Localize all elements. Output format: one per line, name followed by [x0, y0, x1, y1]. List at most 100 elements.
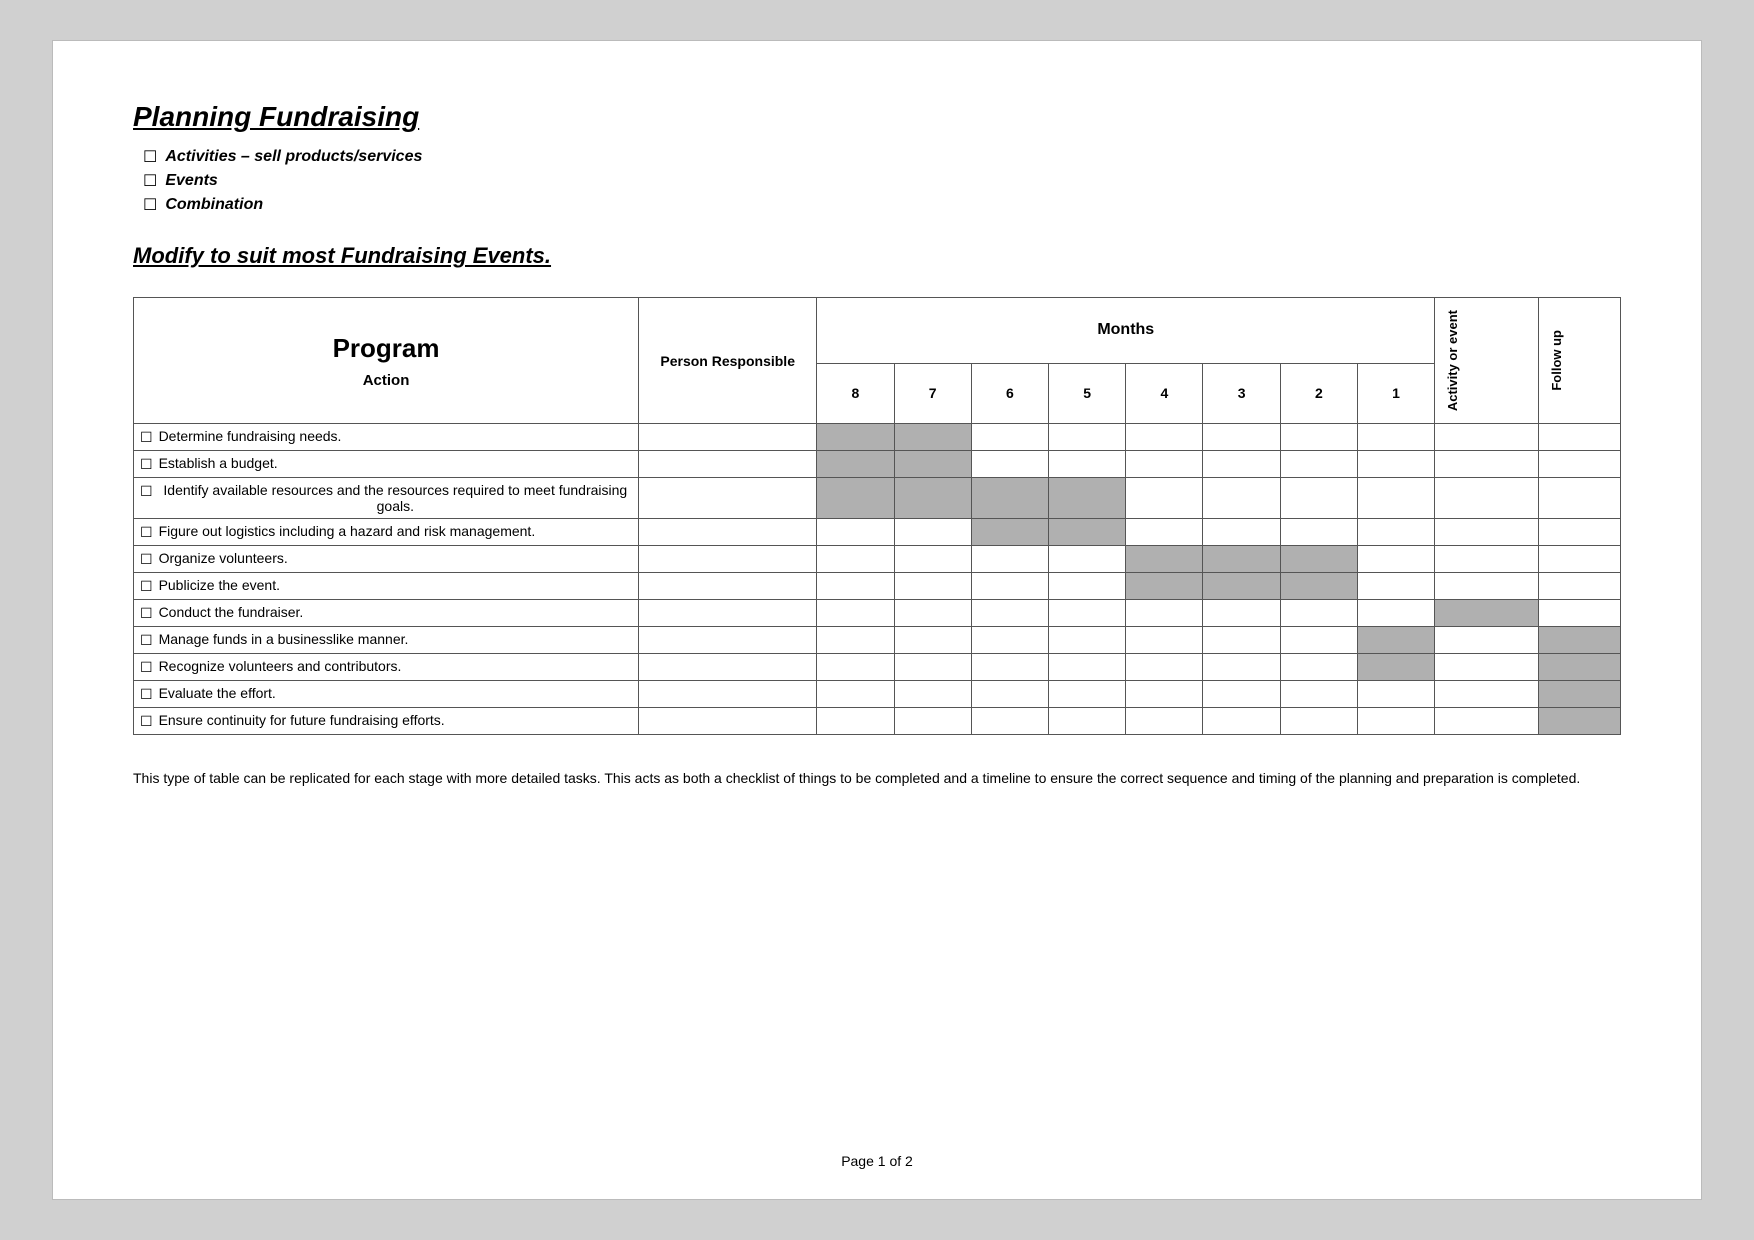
checklist-item-3: Combination: [143, 195, 1621, 215]
month-col-2: 2: [1280, 363, 1357, 424]
month-cell-5: [1049, 451, 1126, 478]
month-cell-4: [1126, 451, 1203, 478]
month-cell-2: [1280, 627, 1357, 654]
month-cell-4: [1126, 681, 1203, 708]
month-cell-5: [1049, 654, 1126, 681]
month-cell-2: [1280, 681, 1357, 708]
table-row: Conduct the fundraiser.: [134, 600, 1621, 627]
month-cell-5: [1049, 600, 1126, 627]
month-cell-6: [971, 546, 1048, 573]
month-cell-4: [1126, 424, 1203, 451]
month-cell-2: [1280, 600, 1357, 627]
month-col-8: 8: [817, 363, 894, 424]
month-cell-5: [1049, 627, 1126, 654]
follow-up-cell: [1539, 600, 1621, 627]
month-cell-7: [894, 424, 971, 451]
table-row: Publicize the event.: [134, 573, 1621, 600]
month-cell-8: [817, 708, 894, 735]
person-cell: [639, 478, 817, 519]
month-col-1: 1: [1357, 363, 1434, 424]
follow-up-cell: [1539, 519, 1621, 546]
program-label: Program: [140, 333, 632, 364]
footer-text: This type of table can be replicated for…: [133, 767, 1621, 789]
month-cell-1: [1357, 451, 1434, 478]
month-cell-8: [817, 519, 894, 546]
month-cell-3: [1203, 519, 1280, 546]
checklist: Activities – sell products/services Even…: [133, 147, 1621, 215]
month-cell-5: [1049, 708, 1126, 735]
month-cell-6: [971, 681, 1048, 708]
month-cell-3: [1203, 654, 1280, 681]
month-cell-7: [894, 519, 971, 546]
action-cell: Figure out logistics including a hazard …: [134, 519, 639, 546]
action-cell: Ensure continuity for future fundraising…: [134, 708, 639, 735]
follow-up-cell: [1539, 654, 1621, 681]
person-cell: [639, 600, 817, 627]
table-row: Organize volunteers.: [134, 546, 1621, 573]
month-cell-6: [971, 573, 1048, 600]
month-cell-7: [894, 478, 971, 519]
month-cell-3: [1203, 627, 1280, 654]
month-cell-3: [1203, 478, 1280, 519]
month-cell-7: [894, 627, 971, 654]
month-cell-1: [1357, 708, 1434, 735]
activity-cell: [1435, 478, 1539, 519]
month-cell-4: [1126, 546, 1203, 573]
month-cell-4: [1126, 600, 1203, 627]
month-cell-2: [1280, 573, 1357, 600]
month-cell-8: [817, 546, 894, 573]
activity-cell: [1435, 573, 1539, 600]
activity-cell: [1435, 546, 1539, 573]
action-label: Action: [140, 372, 632, 389]
person-cell: [639, 708, 817, 735]
month-cell-4: [1126, 478, 1203, 519]
page-title: Planning Fundraising: [133, 101, 1621, 133]
follow-up-cell: [1539, 627, 1621, 654]
follow-up-cell: [1539, 546, 1621, 573]
month-cell-6: [971, 654, 1048, 681]
follow-up-cell: [1539, 424, 1621, 451]
month-cell-3: [1203, 546, 1280, 573]
follow-up-cell: [1539, 708, 1621, 735]
months-header: Months: [817, 298, 1435, 364]
follow-up-cell: [1539, 573, 1621, 600]
month-cell-6: [971, 627, 1048, 654]
month-cell-7: [894, 600, 971, 627]
month-cell-3: [1203, 573, 1280, 600]
person-cell: [639, 519, 817, 546]
checklist-item-2: Events: [143, 171, 1621, 191]
person-cell: [639, 681, 817, 708]
month-cell-7: [894, 654, 971, 681]
checklist-item-1: Activities – sell products/services: [143, 147, 1621, 167]
table-row: Determine fundraising needs.: [134, 424, 1621, 451]
person-responsible-label: Person Responsible: [660, 353, 795, 369]
activity-cell: [1435, 519, 1539, 546]
person-responsible-header: Person Responsible: [639, 298, 817, 424]
month-col-7: 7: [894, 363, 971, 424]
activity-cell: [1435, 708, 1539, 735]
month-col-5: 5: [1049, 363, 1126, 424]
follow-up-cell: [1539, 451, 1621, 478]
month-cell-5: [1049, 424, 1126, 451]
month-cell-8: [817, 627, 894, 654]
page: Planning Fundraising Activities – sell p…: [52, 40, 1702, 1200]
month-cell-1: [1357, 519, 1434, 546]
follow-up-cell: [1539, 681, 1621, 708]
month-cell-3: [1203, 424, 1280, 451]
person-cell: [639, 451, 817, 478]
subtitle: Modify to suit most Fundraising Events.: [133, 243, 1621, 269]
month-cell-4: [1126, 654, 1203, 681]
person-cell: [639, 424, 817, 451]
month-cell-1: [1357, 600, 1434, 627]
month-cell-1: [1357, 573, 1434, 600]
table-row: Manage funds in a businesslike manner.: [134, 627, 1621, 654]
action-cell: Organize volunteers.: [134, 546, 639, 573]
month-cell-2: [1280, 451, 1357, 478]
program-action-header: Program Action: [134, 298, 639, 424]
follow-up-cell: [1539, 478, 1621, 519]
month-cell-7: [894, 708, 971, 735]
action-cell: Determine fundraising needs.: [134, 424, 639, 451]
action-cell: Identify available resources and the res…: [134, 478, 639, 519]
month-cell-2: [1280, 478, 1357, 519]
month-cell-1: [1357, 627, 1434, 654]
